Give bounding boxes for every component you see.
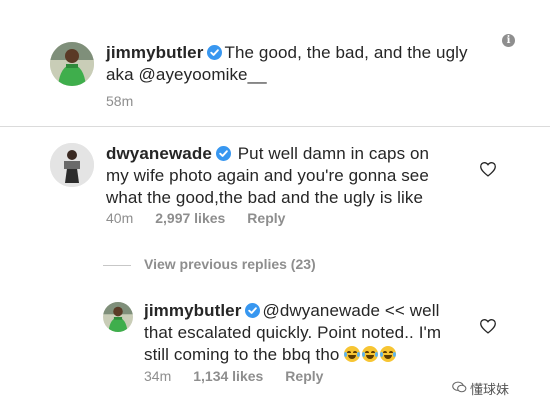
divider xyxy=(0,126,550,127)
verified-badge-icon xyxy=(215,146,231,161)
comment-1-meta: 58m xyxy=(106,93,155,109)
reply-username[interactable]: jimmybutler xyxy=(144,301,241,320)
info-icon[interactable]: i xyxy=(502,34,515,47)
verified-badge-icon xyxy=(245,303,261,318)
comment-1-username[interactable]: jimmybutler xyxy=(106,43,203,62)
comment-2-meta: 40m 2,997 likes Reply xyxy=(106,210,307,226)
reply-reply-button[interactable]: Reply xyxy=(285,368,323,384)
laughing-tears-emoji xyxy=(362,346,379,362)
reply-time[interactable]: 34m xyxy=(144,368,171,384)
comment-1-body: jimmybutler The good, the bad, and the ug… xyxy=(106,42,486,86)
comment-1-time[interactable]: 58m xyxy=(106,93,133,109)
laughing-tears-emoji xyxy=(344,346,361,362)
heart-outline-icon[interactable] xyxy=(479,318,497,334)
reply-meta: 34m 1,134 likes Reply xyxy=(144,368,345,384)
wechat-icon xyxy=(452,381,467,393)
avatar-jimmybutler-reply[interactable] xyxy=(103,302,133,332)
reply-body: jimmybutler @dwyanewade << well that esca… xyxy=(144,300,454,366)
comment-2-time[interactable]: 40m xyxy=(106,210,133,226)
verified-badge-icon xyxy=(207,45,223,60)
comment-2-likes[interactable]: 2,997 likes xyxy=(155,210,225,226)
watermark: 懂球妹 xyxy=(470,382,510,397)
reply-mention-link[interactable]: @dwyanewade xyxy=(262,301,380,320)
view-previous-replies-button[interactable]: View previous replies (23) xyxy=(144,256,316,272)
comment-1-mention-link[interactable]: @ayeyoomike__ xyxy=(139,65,267,84)
comment-2-reply-button[interactable]: Reply xyxy=(247,210,285,226)
comment-2-body: dwyanewade Put well damn in caps on my w… xyxy=(106,143,456,209)
replies-line xyxy=(103,265,131,266)
heart-outline-icon[interactable] xyxy=(479,161,497,177)
reply-likes[interactable]: 1,134 likes xyxy=(193,368,263,384)
avatar-jimmybutler[interactable] xyxy=(50,42,94,86)
avatar-dwyanewade[interactable] xyxy=(50,143,94,187)
comment-2-username[interactable]: dwyanewade xyxy=(106,144,212,163)
laughing-tears-emoji xyxy=(380,346,397,362)
